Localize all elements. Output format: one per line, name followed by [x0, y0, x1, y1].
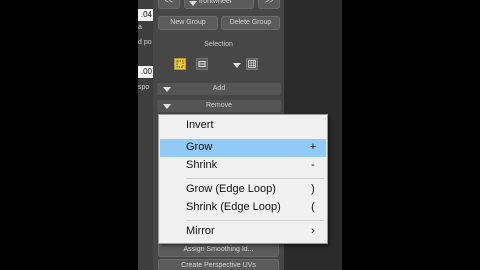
menu-item-shortcut: ) — [311, 183, 315, 195]
create-perspective-uvs-button[interactable]: Create Perspective UVs — [158, 259, 279, 270]
selection-context-menu: Invert Grow + Shrink - Grow (Edge Loop) … — [158, 114, 328, 244]
menu-item-label: Invert — [186, 119, 214, 131]
menu-item-mirror[interactable]: Mirror › — [160, 223, 326, 241]
menu-item-invert[interactable]: Invert — [160, 117, 326, 135]
menu-item-shortcut: + — [309, 141, 317, 153]
letterbox-left — [0, 0, 138, 270]
dropdown-arrow-icon — [189, 1, 197, 6]
assign-smoothing-id-button[interactable]: Assign Smoothing Id... — [158, 243, 279, 257]
add-rollout[interactable]: Add — [157, 83, 281, 95]
menu-item-shortcut: - — [311, 159, 315, 171]
menu-item-grow[interactable]: Grow + — [160, 139, 326, 157]
add-label: Add — [212, 85, 226, 92]
menu-item-shortcut: ( — [311, 201, 315, 213]
menu-item-label: Grow — [186, 141, 213, 153]
select-grid-icon[interactable] — [246, 58, 258, 70]
menu-item-label: Shrink — [186, 159, 218, 171]
remove-rollout[interactable]: Remove — [157, 100, 281, 112]
next-object-button[interactable]: >> — [258, 0, 280, 9]
delete-group-button[interactable]: Delete Group — [221, 16, 280, 30]
strip-label-3: spo — [138, 84, 150, 91]
submenu-arrow-icon: › — [311, 225, 315, 237]
strip-label-2: d po — [138, 39, 152, 46]
selection-label: Selection — [204, 41, 233, 48]
selection-mode-dropdown-icon[interactable] — [233, 63, 241, 68]
menu-separator — [186, 178, 324, 179]
collapse-arrow-icon — [163, 87, 171, 92]
menu-item-shrink[interactable]: Shrink - — [160, 157, 326, 175]
numeric-field-2[interactable]: .00 — [138, 66, 153, 78]
menu-item-label: Grow (Edge Loop) — [186, 183, 276, 195]
strip-label-1: a — [138, 24, 142, 31]
previous-object-button[interactable]: << — [158, 0, 180, 9]
menu-item-label: Mirror — [186, 225, 215, 237]
new-group-button[interactable]: New Group — [158, 16, 218, 30]
select-edge-icon[interactable] — [196, 58, 208, 70]
menu-item-grow-edge-loop[interactable]: Grow (Edge Loop) ) — [160, 181, 326, 199]
numeric-field-1[interactable]: .04 — [138, 9, 153, 21]
object-name: frontwheel — [199, 0, 232, 5]
letterbox-right — [342, 0, 480, 270]
select-vertex-icon[interactable] — [174, 58, 186, 70]
menu-item-shrink-edge-loop[interactable]: Shrink (Edge Loop) ( — [160, 199, 326, 217]
collapse-arrow-icon — [163, 104, 171, 109]
left-property-strip: .04 a d po .00 spo — [138, 0, 153, 270]
menu-item-label: Shrink (Edge Loop) — [186, 201, 281, 213]
menu-separator — [186, 220, 324, 221]
object-selector[interactable]: frontwheel — [184, 0, 254, 9]
remove-label: Remove — [205, 102, 233, 109]
